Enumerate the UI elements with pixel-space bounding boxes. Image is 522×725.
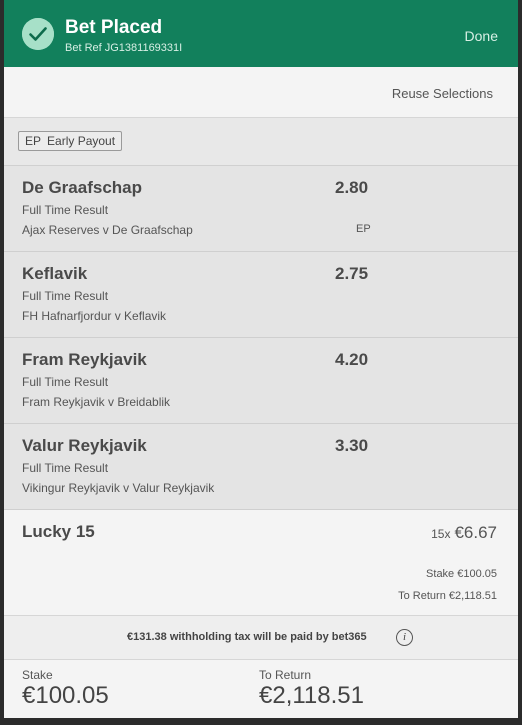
info-icon[interactable]: i <box>396 629 413 646</box>
selection-event: FH Hafnarfjordur v Keflavik <box>22 309 167 323</box>
selection-odds: 4.20 <box>335 350 369 369</box>
early-payout-badge: EP Early Payout <box>18 131 123 151</box>
selection-odds: 2.75 <box>335 264 369 283</box>
totals-footer: Stake €100.05 To Return €2,118.51 <box>4 660 518 718</box>
bet-placed-header: Bet Placed Bet Ref JG1381169331I Done <box>4 0 518 67</box>
selection-row: Fram Reykjavik 4.20 Full Time Result Fra… <box>4 338 518 424</box>
tax-notice-bar: €131.38 withholding tax will be paid by … <box>4 616 518 660</box>
total-return-label: To Return <box>259 668 312 682</box>
selection-name: De Graafschap <box>22 178 142 197</box>
unit-stake-line: 15x €6.67 <box>431 523 497 543</box>
early-payout-bar: EP Early Payout <box>4 118 518 166</box>
early-payout-code: EP <box>25 134 42 148</box>
early-payout-label: Early Payout <box>47 134 116 148</box>
done-button[interactable]: Done <box>465 28 498 44</box>
selection-row: Keflavik 2.75 Full Time Result FH Hafnar… <box>4 252 518 338</box>
selection-odds: 2.80 <box>335 178 369 197</box>
selection-event: Fram Reykjavik v Breidablik <box>22 395 171 409</box>
summary-stake: Stake €100.05 <box>426 568 497 580</box>
selection-market: Full Time Result <box>22 461 109 475</box>
selection-name: Valur Reykjavik <box>22 436 147 455</box>
unit-stake: €6.67 <box>454 523 497 542</box>
selection-name: Fram Reykjavik <box>22 350 147 369</box>
reuse-selections-button[interactable]: Reuse Selections <box>392 86 493 101</box>
bet-receipt-window: Bet Placed Bet Ref JG1381169331I Done Re… <box>0 0 522 725</box>
bet-summary: Lucky 15 15x €6.67 Stake €100.05 To Retur… <box>4 510 518 616</box>
selection-event: Ajax Reserves v De Graafschap <box>22 223 193 237</box>
total-stake-value: €100.05 <box>22 682 109 709</box>
bet-lines-count: 15x <box>431 527 451 541</box>
check-circle-icon <box>22 18 54 50</box>
total-return-value: €2,118.51 <box>259 682 364 709</box>
selection-row: Valur Reykjavik 3.30 Full Time Result Vi… <box>4 424 518 510</box>
total-stake-label: Stake <box>22 668 53 682</box>
selection-market: Full Time Result <box>22 203 109 217</box>
selection-row: De Graafschap 2.80 Full Time Result Ajax… <box>4 166 518 252</box>
tax-notice: €131.38 withholding tax will be paid by … <box>127 631 367 643</box>
selection-market: Full Time Result <box>22 375 109 389</box>
selection-market: Full Time Result <box>22 289 109 303</box>
page-title: Bet Placed <box>65 17 163 38</box>
bet-reference: Bet Ref JG1381169331I <box>65 42 183 54</box>
selection-odds: 3.30 <box>335 436 369 455</box>
early-payout-tag: EP <box>356 223 371 235</box>
bet-type: Lucky 15 <box>22 522 95 541</box>
reuse-bar: Reuse Selections <box>4 67 518 118</box>
selection-name: Keflavik <box>22 264 88 283</box>
selection-event: Vikingur Reykjavik v Valur Reykjavik <box>22 481 215 495</box>
summary-return: To Return €2,118.51 <box>398 590 497 602</box>
